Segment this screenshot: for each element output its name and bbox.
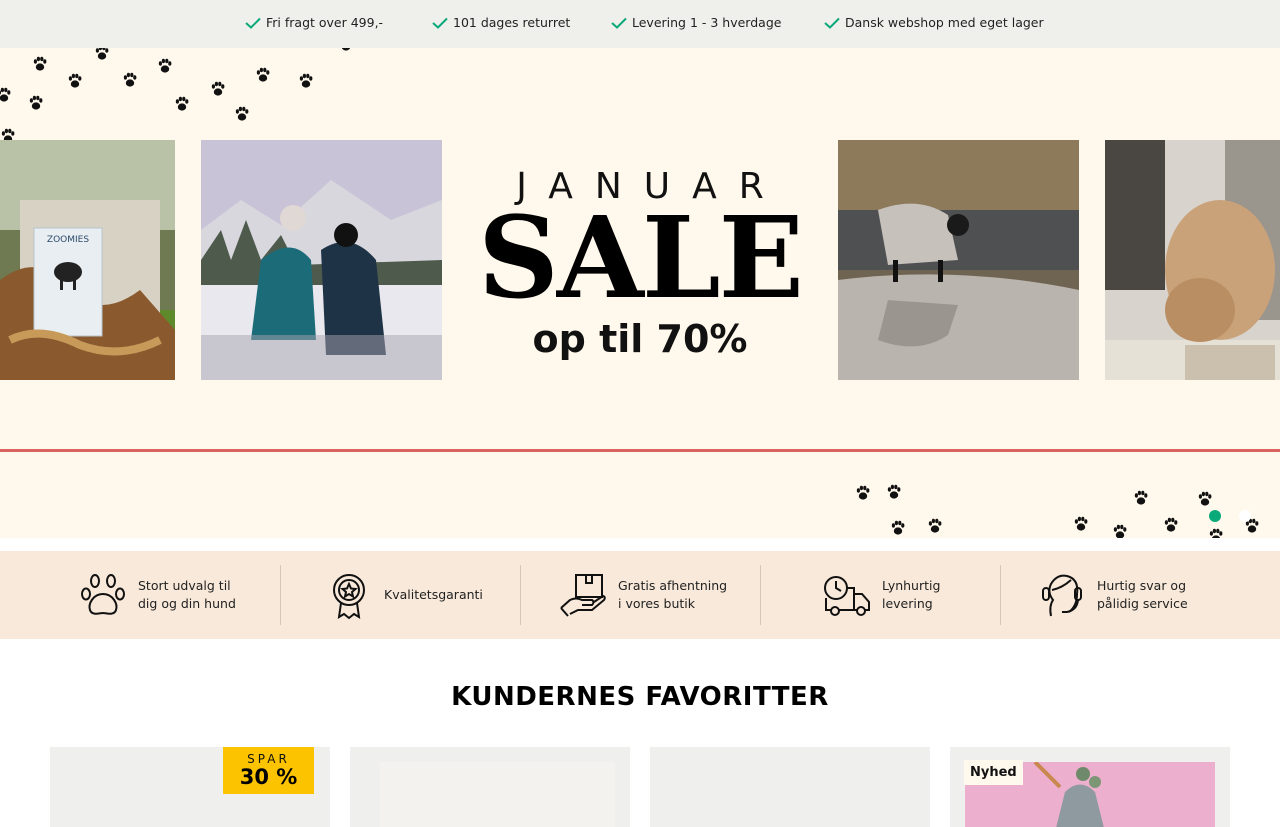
divider: [280, 565, 281, 625]
hero-banner[interactable]: ZOOMIES JANUAR SALE op til 70%: [0, 48, 1280, 538]
product-card[interactable]: [650, 747, 930, 827]
hero-headline-main: SALE: [478, 193, 804, 324]
product-card[interactable]: [950, 747, 1230, 827]
section-title-favorites: KUNDERNES FAVORITTER: [451, 682, 829, 712]
check-icon: [432, 17, 448, 29]
divider: [1000, 565, 1001, 625]
discount-badge-label: SPAR: [247, 752, 290, 766]
hero-photo-treats: ZOOMIES: [0, 140, 175, 380]
discount-badge-value: 30 %: [239, 765, 298, 789]
slide-dot-active[interactable]: [1209, 510, 1221, 522]
hero-headline: JANUAR SALE op til 70%: [440, 166, 840, 361]
product-brand-text: ZOOMIES: [47, 235, 89, 245]
product-image[interactable]: [380, 762, 615, 827]
usp-item-returns: 101 dages returret: [432, 15, 570, 30]
usp-item-danish-webshop: Dansk webshop med eget lager: [824, 15, 1044, 30]
hero-photo-dog-robe: [838, 140, 1079, 380]
feature-line2: pålidig service: [1097, 596, 1188, 611]
hero-accent-line: [0, 449, 1280, 452]
usp-item-free-shipping: Fri fragt over 499,-: [245, 15, 383, 30]
delivery-truck-icon: [824, 576, 870, 616]
check-icon: [245, 17, 261, 29]
usp-label: Levering 1 - 3 hverdage: [632, 15, 782, 30]
feature-pickup: Gratis afhentning i vores butik: [558, 565, 727, 625]
usp-label: Dansk webshop med eget lager: [845, 15, 1044, 30]
feature-line1: Lynhurtig: [882, 578, 941, 593]
feature-line2: dig og din hund: [138, 596, 236, 611]
product-card[interactable]: [350, 747, 630, 827]
package-hand-icon: [560, 574, 606, 617]
feature-service: Hurtig svar og pålidig service: [1037, 565, 1188, 625]
features-strip: Stort udvalg til dig og din hund Kvalite…: [0, 551, 1280, 639]
feature-line1: Stort udvalg til: [138, 578, 231, 593]
feature-quality: Kvalitetsgaranti: [324, 565, 483, 625]
usp-bar: Fri fragt over 499,- 101 dages returret …: [0, 0, 1280, 48]
feature-line1: Hurtig svar og: [1097, 578, 1187, 593]
new-badge: Nyhed: [964, 760, 1023, 785]
usp-label: Fri fragt over 499,-: [266, 15, 384, 30]
usp-label: 101 dages returret: [453, 15, 571, 30]
check-icon: [611, 17, 627, 29]
divider: [760, 565, 761, 625]
hero-photo-curly-dog: [1105, 140, 1280, 380]
usp-item-delivery: Levering 1 - 3 hverdage: [611, 15, 781, 30]
product-image[interactable]: [665, 762, 915, 827]
feature-fast-delivery: Lynhurtig levering: [822, 565, 940, 625]
divider: [520, 565, 521, 625]
feature-assortment: Stort udvalg til dig og din hund: [78, 565, 236, 625]
check-icon: [824, 17, 840, 29]
feature-line2: levering: [882, 596, 933, 611]
slide-dot[interactable]: [1239, 510, 1251, 522]
discount-badge: SPAR 30 %: [223, 747, 314, 794]
hero-photo-snow: [201, 140, 442, 380]
feature-line2: i vores butik: [618, 596, 696, 611]
quality-badge-icon: [333, 574, 365, 620]
support-headset-icon: [1042, 574, 1082, 617]
feature-line1: Gratis afhentning: [618, 578, 728, 593]
paw-icon: [81, 574, 125, 615]
feature-line1: Kvalitetsgaranti: [384, 587, 483, 602]
